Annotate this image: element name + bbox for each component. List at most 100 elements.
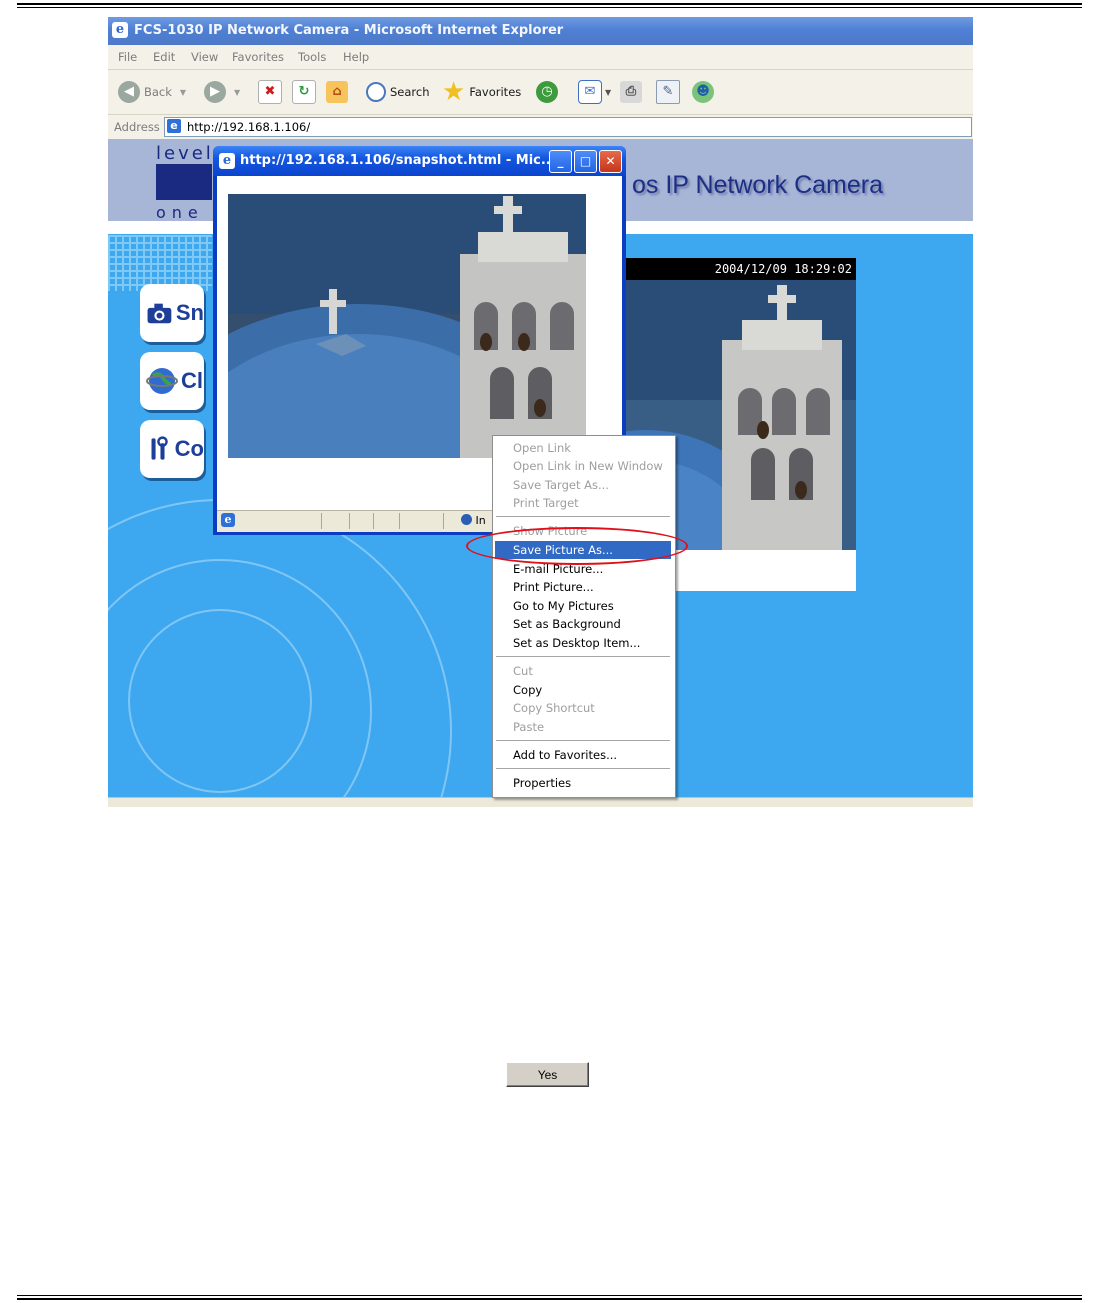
address-input[interactable]: e http://192.168.1.106/ (164, 117, 972, 137)
star-icon: ★ (442, 77, 466, 107)
zone-status: In (461, 514, 486, 527)
menu-help[interactable]: Help (343, 50, 369, 64)
favorites-button[interactable]: ★ Favorites (442, 77, 522, 107)
forward-button[interactable]: ▶ ▼ (204, 80, 240, 104)
close-button[interactable]: ✕ (599, 150, 622, 173)
levelone-logo (156, 164, 212, 200)
menu-item-properties[interactable]: Properties (495, 774, 671, 792)
menu-separator (496, 740, 670, 741)
tools-icon (151, 436, 168, 460)
menu-item-set-as-background[interactable]: Set as Background (495, 615, 671, 633)
menu-file[interactable]: File (118, 50, 137, 64)
menu-item-cut[interactable]: Cut (495, 662, 671, 680)
search-icon (366, 82, 386, 102)
menu-separator (496, 516, 670, 517)
edit-button[interactable]: ✎ (656, 80, 680, 104)
stop-button[interactable]: ✖ (258, 80, 282, 104)
maximize-button[interactable]: □ (574, 150, 597, 173)
print-icon: ⎙ (620, 81, 642, 103)
popup-titlebar[interactable]: e http://192.168.1.106/snapshot.html - M… (213, 146, 626, 176)
snapshot-image[interactable] (228, 194, 586, 458)
chevron-down-icon: ▼ (179, 87, 187, 97)
globe-icon (461, 514, 472, 525)
menu-item-open-link[interactable]: Open Link (495, 439, 671, 457)
history-button[interactable]: ◷ (536, 80, 558, 104)
ie-app-icon: e (219, 153, 235, 169)
menu-item-open-link-new-window[interactable]: Open Link in New Window (495, 457, 671, 475)
history-icon: ◷ (536, 81, 558, 103)
mail-button[interactable]: ✉ ▼ (578, 80, 611, 104)
refresh-button[interactable]: ↻ (292, 80, 316, 104)
menu-bar: File Edit View Favorites Tools Help (108, 45, 973, 70)
menu-separator (496, 768, 670, 769)
page-icon: e (221, 513, 235, 527)
context-menu: Open Link Open Link in New Window Save T… (492, 435, 676, 798)
menu-favorites[interactable]: Favorites (232, 50, 284, 64)
snapshot-photo (228, 194, 586, 458)
nav-letters: Sn (175, 300, 204, 325)
home-button[interactable]: ⌂ (326, 80, 348, 104)
status-divider (443, 513, 444, 529)
ie-app-icon: e (112, 22, 128, 38)
top-rule (17, 3, 1082, 5)
camera-title: os IP Network Camera (632, 171, 884, 199)
search-label: Search (390, 85, 430, 99)
page-icon: e (167, 119, 181, 133)
window-titlebar[interactable]: e FCS-1030 IP Network Camera - Microsoft… (108, 17, 973, 45)
nav-client-button[interactable]: Cl (140, 352, 204, 410)
menu-item-copy-shortcut[interactable]: Copy Shortcut (495, 699, 671, 717)
chevron-down-icon: ▼ (234, 87, 241, 97)
address-value: http://192.168.1.106/ (187, 120, 311, 134)
menu-item-add-to-favorites[interactable]: Add to Favorites... (495, 746, 671, 764)
zone-status-text: In (475, 514, 486, 527)
popup-title: http://192.168.1.106/snapshot.html - Mic… (240, 153, 556, 168)
menu-view[interactable]: View (191, 50, 218, 64)
menu-item-copy[interactable]: Copy (495, 681, 671, 699)
back-button[interactable]: ◀ Back ▼ (118, 80, 186, 104)
grid-pattern (108, 235, 212, 291)
status-divider (373, 513, 374, 529)
camera-timestamp: 2004/12/09 18:29:02 (626, 258, 856, 280)
nav-letters: Cl (181, 368, 203, 393)
forward-arrow-icon: ▶ (204, 81, 226, 103)
menu-item-print-picture[interactable]: Print Picture... (495, 578, 671, 596)
logo-text-top: level (156, 143, 214, 164)
nav-letters: Co (174, 436, 204, 461)
messenger-icon: ☻ (692, 81, 714, 103)
back-arrow-icon: ◀ (118, 81, 140, 103)
logo-text-bottom: one (156, 203, 204, 222)
menu-tools[interactable]: Tools (298, 50, 326, 64)
refresh-icon: ↻ (292, 80, 316, 104)
browser-status-bar (108, 797, 973, 807)
menu-item-save-target-as[interactable]: Save Target As... (495, 476, 671, 494)
print-button[interactable]: ⎙ (620, 80, 642, 104)
search-button[interactable]: Search (366, 80, 430, 104)
status-divider (321, 513, 322, 529)
status-divider (349, 513, 350, 529)
yes-button[interactable]: Yes (506, 1062, 589, 1087)
menu-item-paste[interactable]: Paste (495, 718, 671, 736)
edit-icon: ✎ (656, 80, 680, 104)
nav-config-button[interactable]: Co (140, 420, 204, 478)
menu-edit[interactable]: Edit (153, 50, 175, 64)
window-title: FCS-1030 IP Network Camera - Microsoft I… (134, 23, 564, 38)
top-rule-thin (17, 7, 1082, 8)
mail-icon: ✉ (578, 80, 602, 104)
minimize-button[interactable]: _ (549, 150, 572, 173)
menu-item-set-as-desktop-item[interactable]: Set as Desktop Item... (495, 634, 671, 652)
address-bar: Address e http://192.168.1.106/ (108, 115, 973, 140)
menu-item-go-to-my-pictures[interactable]: Go to My Pictures (495, 597, 671, 615)
decor-circle (108, 499, 452, 797)
favorites-label: Favorites (469, 85, 522, 99)
chevron-down-icon: ▼ (605, 87, 612, 97)
menu-item-print-target[interactable]: Print Target (495, 494, 671, 512)
messenger-button[interactable]: ☻ (692, 80, 714, 104)
menu-separator (496, 656, 670, 657)
nav-snapshot-button[interactable]: Sn (140, 284, 204, 342)
bottom-rule (17, 1298, 1082, 1300)
address-label: Address (114, 120, 160, 134)
toolbar: ◀ Back ▼ ▶ ▼ ✖ ↻ ⌂ Search ★ Favorites ◷ … (108, 70, 973, 115)
camera-icon (147, 303, 172, 324)
status-divider (399, 513, 400, 529)
highlight-oval (466, 527, 688, 565)
